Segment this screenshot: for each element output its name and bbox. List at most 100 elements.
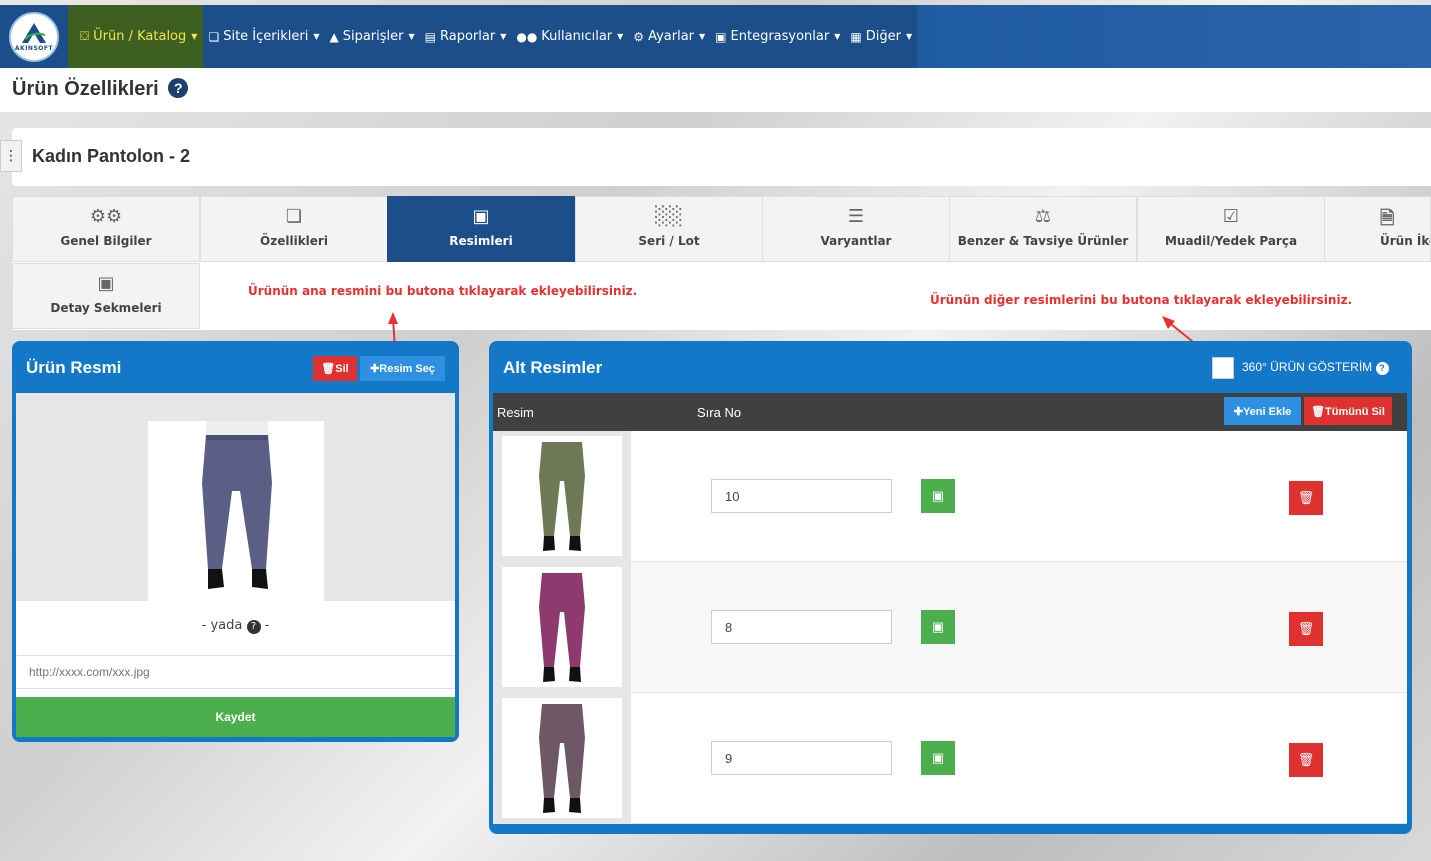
delete-row-button[interactable]: 🗑 bbox=[1289, 481, 1323, 515]
caret-down-icon: ▼ bbox=[408, 32, 415, 41]
nav-item-kullanicilar[interactable]: ●● Kullanıcılar ▼ bbox=[511, 5, 628, 68]
delete-all-label: Tümünü Sil bbox=[1325, 405, 1385, 418]
help-icon[interactable]: ? bbox=[168, 78, 189, 98]
tab-benzer-tavsiye[interactable]: ⚖ Benzer & Tavsiye Ürünler bbox=[949, 196, 1137, 262]
floppy-icon: ▣ bbox=[931, 750, 945, 765]
main-image-body: - yada ? - Kaydet bbox=[16, 393, 455, 737]
order-input[interactable] bbox=[711, 741, 892, 775]
order-input[interactable] bbox=[711, 479, 892, 513]
images-icon: ▣ bbox=[472, 206, 490, 227]
nav-item-label: Diğer bbox=[865, 29, 901, 44]
tab-resimleri[interactable]: ▣ Resimleri bbox=[387, 196, 575, 262]
save-row-button[interactable]: ▣ bbox=[921, 741, 955, 775]
page-title: Ürün Özellikleri ? bbox=[12, 78, 189, 101]
sub-images-table: Resim Sıra No ✚Yeni Ekle 🗑Tümünü Sil 10 … bbox=[493, 393, 1407, 824]
choose-image-label: Resim Seç bbox=[379, 363, 435, 375]
choose-image-button[interactable]: ✚Resim Seç bbox=[360, 356, 445, 381]
delete-image-button[interactable]: 🗑Sil bbox=[313, 356, 357, 381]
product-thumbnail[interactable] bbox=[502, 698, 622, 818]
tab-label: Varyantlar bbox=[820, 234, 892, 248]
file-icon: ▤ bbox=[424, 29, 436, 44]
nav-item-diger[interactable]: ▦ Diğer ▼ bbox=[845, 5, 917, 68]
nav-item-site-icerikleri[interactable]: ❏ Site İçerikleri ▼ bbox=[203, 5, 324, 68]
file-image-icon: 🗎 bbox=[1380, 208, 1395, 229]
tab-label: Benzer & Tavsiye Ürünler bbox=[957, 234, 1129, 248]
green-pants-image bbox=[539, 442, 585, 551]
nav-item-raporlar[interactable]: ▤ Raporlar ▼ bbox=[420, 5, 512, 68]
logo-text: AKINSOFT bbox=[14, 45, 54, 52]
tab-label: Resimleri bbox=[449, 234, 513, 248]
top-navbar: AKINSOFT ⛋ Ürün / Katalog ▼ ❏ Site İçeri… bbox=[0, 5, 1431, 68]
nav-item-ayarlar[interactable]: ⚙ Ayarlar ▼ bbox=[628, 5, 710, 68]
save-button[interactable]: Kaydet bbox=[16, 697, 455, 737]
nav-item-urun-katalog[interactable]: ⛋ Ürün / Katalog ▼ bbox=[68, 5, 204, 68]
tab-genel-bilgiler[interactable]: ⚙⚙ Genel Bilgiler bbox=[12, 196, 200, 262]
kebab-menu-icon[interactable]: ⋮ bbox=[0, 140, 22, 172]
page-title-text: Ürün Özellikleri bbox=[12, 78, 159, 100]
delete-all-button[interactable]: 🗑Tümünü Sil bbox=[1304, 397, 1392, 425]
truck-icon: ⛋ bbox=[80, 29, 90, 43]
caret-down-icon: ▼ bbox=[313, 32, 320, 41]
save-row-button[interactable]: ▣ bbox=[921, 479, 955, 513]
trash-icon: 🗑 bbox=[1297, 621, 1315, 636]
tab-varyantlar[interactable]: ☰ Varyantlar bbox=[762, 196, 950, 262]
logo-mark-icon bbox=[19, 21, 49, 45]
mauve-pants-image bbox=[539, 704, 585, 813]
delete-row-button[interactable]: 🗑 bbox=[1289, 743, 1323, 777]
trash-icon: 🗑 bbox=[1297, 490, 1315, 505]
cart-icon: ▲ bbox=[329, 29, 339, 44]
add-new-label: Yeni Ekle bbox=[1242, 405, 1292, 418]
bars-icon: ☰ bbox=[847, 206, 865, 227]
show-360-checkbox[interactable] bbox=[1212, 357, 1234, 379]
product-thumbnail[interactable] bbox=[502, 436, 622, 556]
tab-ozellikleri[interactable]: ❏ Özellikleri bbox=[200, 196, 388, 262]
nav-item-label: Kullanıcılar bbox=[541, 29, 613, 44]
help-icon[interactable]: ? bbox=[246, 620, 261, 634]
nav-item-label: Entegrasyonlar bbox=[730, 29, 830, 44]
product-thumbnail[interactable] bbox=[502, 567, 622, 687]
caret-down-icon: ▼ bbox=[905, 32, 913, 41]
tab-urun-ikon[interactable]: 🗎 Ürün İko bbox=[1324, 196, 1431, 262]
floppy-icon: ▣ bbox=[931, 619, 945, 634]
image-url-input[interactable] bbox=[16, 655, 455, 689]
tab-label: Genel Bilgiler bbox=[60, 234, 152, 248]
trash-icon: 🗑 bbox=[1297, 752, 1315, 767]
nav-item-label: Ürün / Katalog bbox=[93, 29, 187, 44]
nav-item-label: Raporlar bbox=[440, 29, 496, 44]
caret-down-icon: ▼ bbox=[617, 32, 624, 41]
table-row: ▣ 🗑 bbox=[493, 562, 1407, 693]
show-360-label: 360° ÜRÜN GÖSTERİM ? bbox=[1242, 360, 1389, 375]
delete-row-button[interactable]: 🗑 bbox=[1289, 612, 1323, 646]
gears-icon: ⚙ bbox=[633, 29, 645, 44]
main-product-image bbox=[148, 421, 324, 601]
tab-detay-sekmeleri[interactable]: ▣ Detay Sekmeleri bbox=[12, 263, 200, 329]
caret-down-icon: ▼ bbox=[500, 32, 507, 41]
show-360-text: 360° ÜRÜN GÖSTERİM bbox=[1242, 360, 1373, 374]
nav-item-siparisler[interactable]: ▲ Siparişler ▼ bbox=[324, 5, 419, 68]
sub-images-panel-title: Alt Resimler bbox=[503, 358, 603, 377]
add-new-button[interactable]: ✚Yeni Ekle bbox=[1224, 397, 1301, 425]
tab-muadil-yedek[interactable]: ☑ Muadil/Yedek Parça bbox=[1137, 196, 1325, 262]
nav-item-label: Site İçerikleri bbox=[223, 29, 309, 44]
order-input[interactable] bbox=[711, 610, 892, 644]
navbar-filler bbox=[917, 5, 1431, 68]
tab-label: Muadil/Yedek Parça bbox=[1164, 234, 1298, 248]
tab-seri-lot[interactable]: ░░ Seri / Lot bbox=[575, 196, 763, 262]
help-icon[interactable]: ? bbox=[1375, 362, 1389, 375]
thumb-cell bbox=[493, 693, 631, 824]
thumb-cell bbox=[493, 562, 631, 693]
tab-label: Seri / Lot bbox=[638, 234, 700, 248]
logo[interactable]: AKINSOFT bbox=[9, 11, 59, 62]
tab-label: Ürün İko bbox=[1380, 234, 1430, 248]
sub-images-panel: Alt Resimler 360° ÜRÜN GÖSTERİM ? Resim … bbox=[489, 341, 1412, 834]
save-row-button[interactable]: ▣ bbox=[921, 610, 955, 644]
thumb-cell bbox=[493, 431, 631, 562]
nav-item-entegrasyonlar[interactable]: ▣ Entegrasyonlar ▼ bbox=[710, 5, 845, 68]
main-image-area bbox=[16, 393, 455, 601]
column-header-sira-no: Sıra No bbox=[697, 405, 742, 420]
annotation-other-images: Ürünün diğer resimlerini bu butona tıkla… bbox=[930, 293, 1353, 307]
product-name: Kadın Pantolon - 2 bbox=[32, 146, 191, 166]
logo-cell[interactable]: AKINSOFT bbox=[0, 5, 68, 68]
caret-down-icon: ▼ bbox=[699, 32, 706, 41]
caret-down-icon: ▼ bbox=[834, 32, 841, 41]
